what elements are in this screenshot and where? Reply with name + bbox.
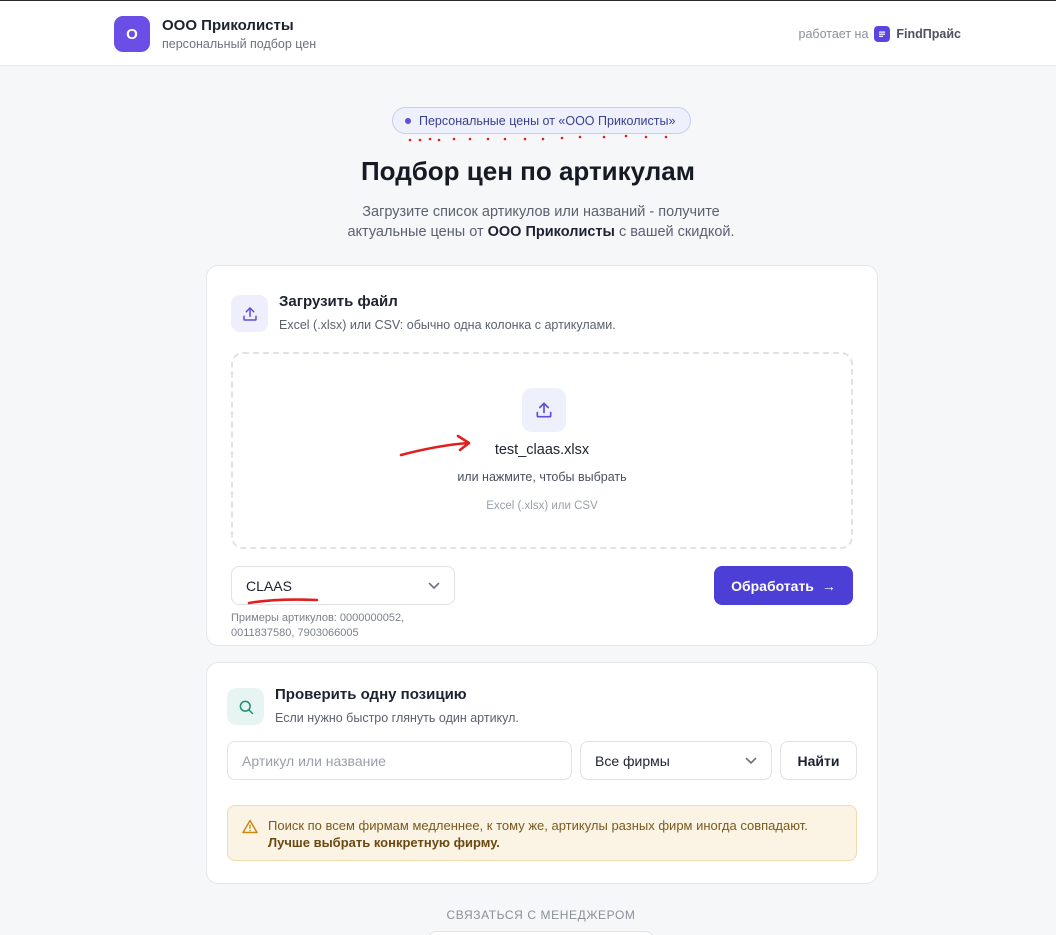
warning-icon	[242, 819, 258, 834]
company-name: ООО Приколисты	[162, 17, 294, 34]
search-icon	[227, 688, 264, 725]
company-logo[interactable]: О	[114, 16, 150, 52]
warning-banner: Поиск по всем фирмам медленнее, к тому ж…	[227, 805, 857, 861]
chevron-down-icon	[745, 757, 757, 764]
annotation-red-arrow	[399, 434, 471, 457]
firm-select-value: Все фирмы	[595, 752, 670, 769]
personal-prices-badge: Персональные цены от «ООО Приколисты»	[392, 107, 691, 134]
process-button[interactable]: Обработать →	[714, 566, 853, 605]
single-check-card: Проверить одну позицию Если нужно быстро…	[206, 662, 878, 884]
warning-recommendation: Лучше выбрать конкретную фирму.	[268, 835, 500, 850]
arrow-right-icon: →	[821, 577, 836, 594]
dropzone-formats: Excel (.xlsx) или CSV	[486, 500, 598, 512]
find-button[interactable]: Найти	[780, 741, 857, 780]
warning-text: Поиск по всем фирмам медленнее, к тому ж…	[268, 817, 838, 851]
lead-line-3: с вашей скидкой.	[614, 224, 735, 240]
chevron-down-icon	[428, 582, 440, 589]
page-lead: Загрузите список артикулов или названий …	[0, 202, 1056, 242]
article-examples: Примеры артикулов: 0000000052, 001183758…	[231, 612, 405, 639]
company-tagline: персональный подбор цен	[162, 37, 317, 51]
contact-manager-link[interactable]: СВЯЗАТЬСЯ С МЕНЕДЖЕРОМ	[0, 908, 1056, 922]
findprice-icon	[874, 26, 891, 42]
upload-subtitle: Excel (.xlsx) или CSV: обычно одна колон…	[279, 318, 616, 332]
process-button-label: Обработать	[731, 577, 814, 594]
single-check-title: Проверить одну позицию	[275, 686, 467, 703]
upload-title: Загрузить файл	[279, 293, 398, 310]
upload-card: Загрузить файл Excel (.xlsx) или CSV: об…	[206, 265, 878, 646]
badge-dot	[405, 117, 411, 124]
dropzone-upload-icon	[522, 388, 566, 432]
powered-by-brand: FindПрайс	[896, 27, 961, 41]
upload-icon	[231, 295, 268, 332]
contact-manager-button[interactable]	[428, 931, 654, 935]
lead-company: ООО Приколисты	[487, 224, 615, 240]
article-search-input[interactable]	[227, 741, 572, 780]
file-dropzone[interactable]: test_claas.xlsx или нажмите, чтобы выбра…	[231, 352, 853, 549]
top-bar: О ООО Приколисты персональный подбор цен…	[0, 0, 1056, 66]
single-check-subtitle: Если нужно быстро глянуть один артикул.	[275, 711, 519, 725]
annotation-dotted-underline	[408, 134, 668, 142]
page-title: Подбор цен по артикулам	[360, 156, 695, 186]
powered-by[interactable]: работает на FindПрайс	[799, 26, 961, 42]
warning-main: Поиск по всем фирмам медленнее, к тому ж…	[268, 818, 808, 833]
brand-select-value: CLAAS	[246, 577, 292, 594]
firm-select[interactable]: Все фирмы	[580, 741, 772, 780]
powered-by-label: работает на	[798, 27, 869, 41]
dropzone-hint: или нажмите, чтобы выбрать	[457, 470, 627, 484]
selected-file-name: test_claas.xlsx	[494, 442, 590, 458]
lead-line-2: актуальные цены от	[347, 224, 488, 240]
lead-line-1: Загрузите список артикулов или названий …	[362, 204, 720, 220]
annotation-red-underline	[247, 598, 319, 605]
badge-text: Персональные цены от «ООО Приколисты»	[419, 113, 676, 128]
